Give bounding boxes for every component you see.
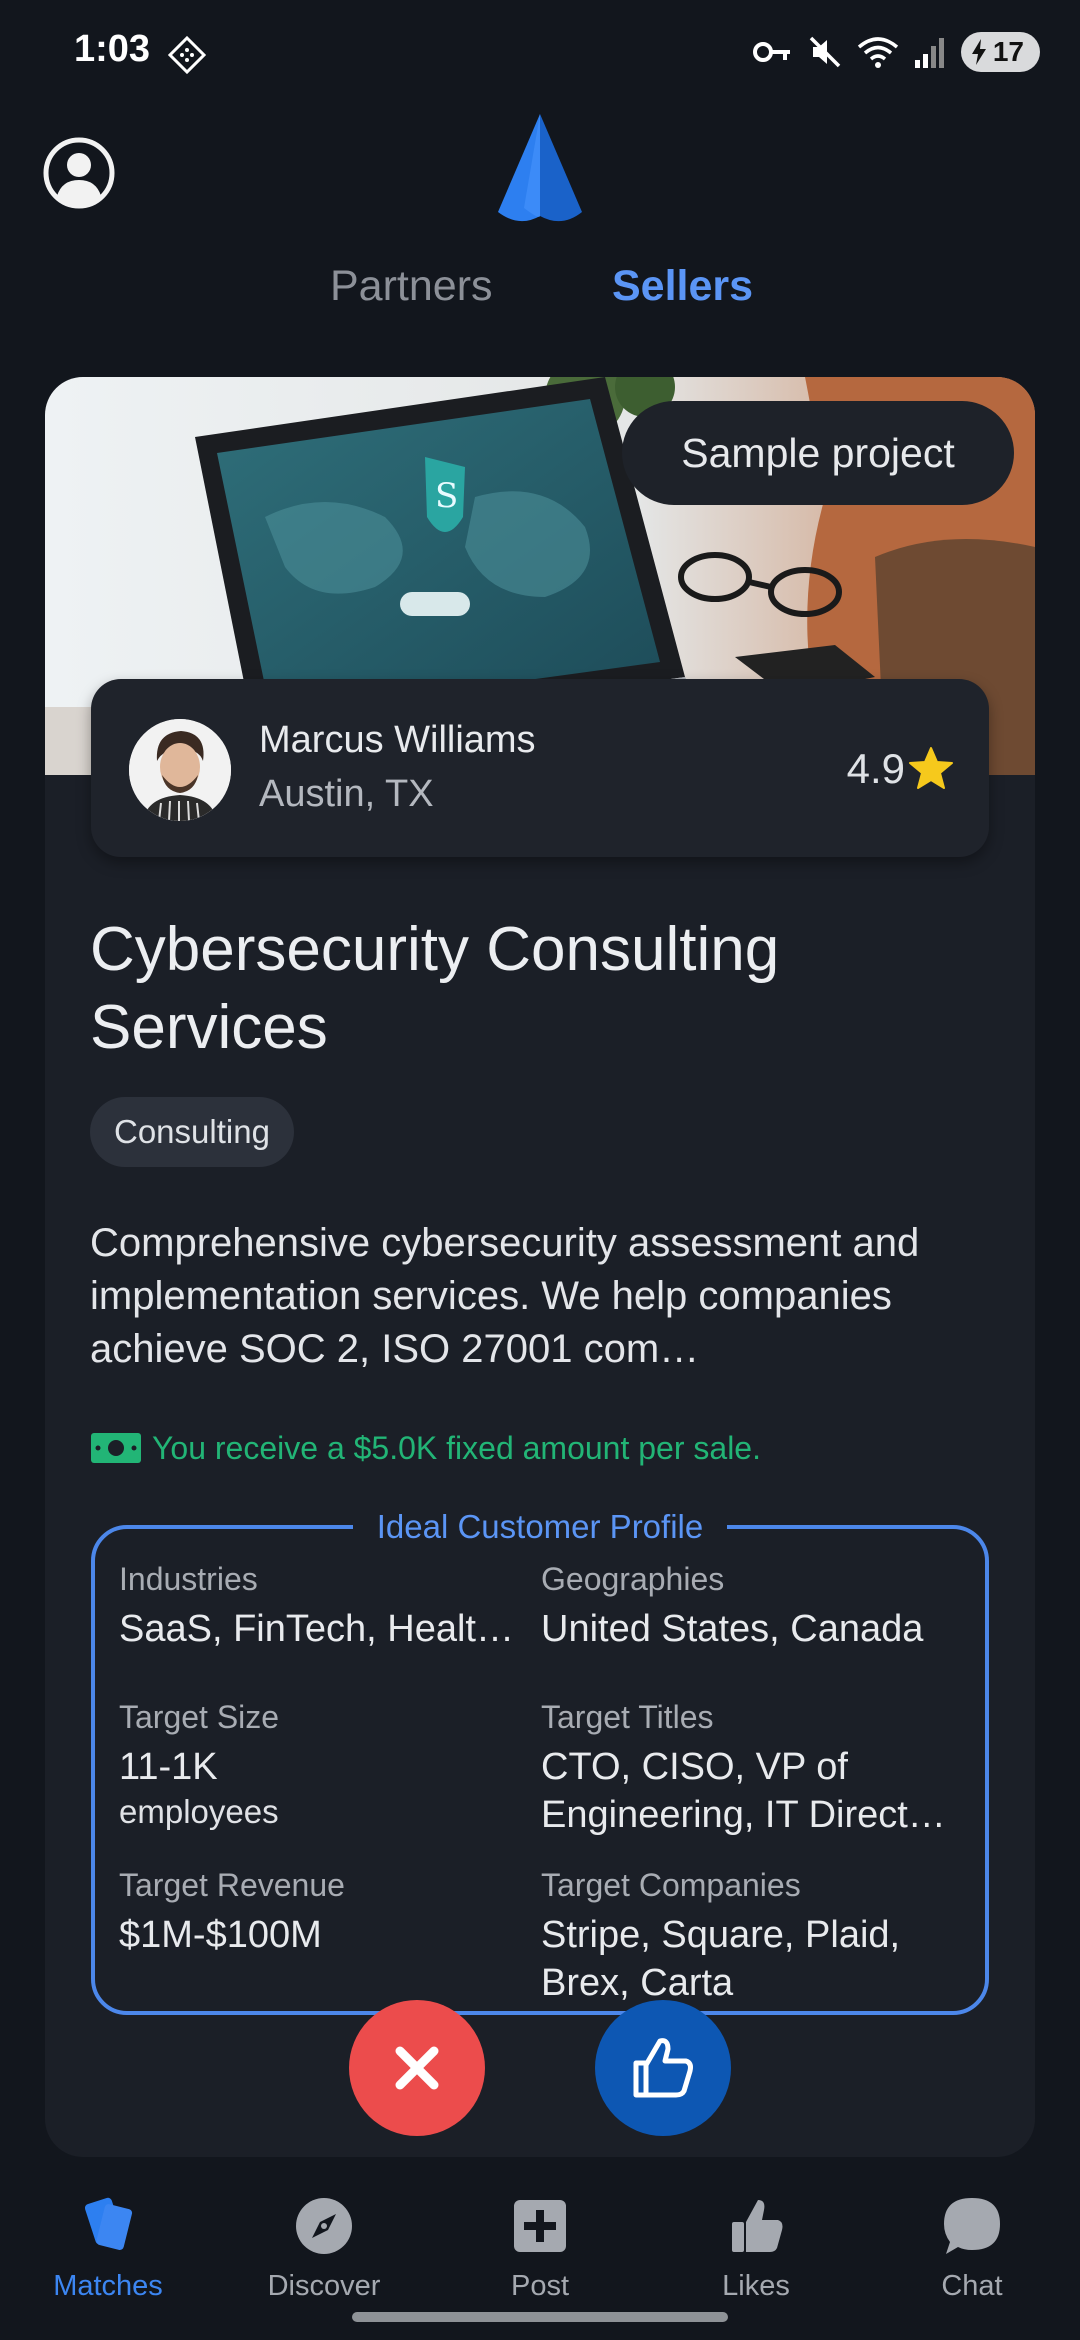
nav-likes[interactable]: Likes	[648, 2184, 864, 2314]
screen: 1:03 17 Partners Sellers S Sample projec…	[0, 0, 1080, 2340]
nav-label-matches: Matches	[53, 2270, 163, 2302]
battery-level: 17	[992, 36, 1024, 67]
like-button[interactable]	[595, 2000, 731, 2136]
project-title: Cybersecurity Consulting Services	[90, 915, 780, 1062]
plus-square-icon	[514, 2200, 566, 2252]
thumbs-up-icon	[633, 2038, 693, 2098]
nav-label-likes: Likes	[722, 2270, 790, 2302]
charging-bolt-icon	[971, 39, 986, 65]
geographies-label: Geographies	[541, 1561, 725, 1597]
thumbs-up-icon	[732, 2200, 783, 2252]
icp-target-size: Target Size 11-1K employees	[119, 1697, 529, 1833]
close-icon	[395, 2046, 439, 2090]
tab-sellers[interactable]: Sellers	[612, 262, 753, 311]
target-size-label: Target Size	[119, 1699, 280, 1735]
chat-bubble-icon	[944, 2198, 1000, 2254]
seller-location: Austin, TX	[259, 773, 434, 815]
reject-button[interactable]	[349, 2000, 485, 2136]
segment-tabs: Partners Sellers	[0, 262, 1080, 326]
home-indicator[interactable]	[352, 2312, 728, 2322]
seller-info[interactable]: Marcus Williams Austin, TX 4.9	[91, 679, 989, 857]
compass-icon	[296, 2198, 352, 2254]
signal-icon	[914, 38, 944, 68]
status-bar: 1:03 17	[0, 0, 1080, 100]
nav-chat[interactable]: Chat	[864, 2184, 1080, 2314]
target-titles-value: CTO, CISO, VP of Engineering, IT Direct…	[541, 1746, 946, 1836]
svg-text:S: S	[435, 476, 458, 516]
commission-info: You receive a $5.0K fixed amount per sal…	[90, 1423, 761, 1473]
target-revenue-value: $1M-$100M	[119, 1914, 322, 1956]
target-revenue-label: Target Revenue	[119, 1867, 345, 1903]
battery-indicator: 17	[960, 32, 1040, 72]
nav-matches[interactable]: Matches	[0, 2184, 216, 2314]
nav-label-discover: Discover	[267, 2270, 381, 2302]
ideal-customer-profile: Ideal Customer Profile Industries SaaS, …	[91, 1505, 989, 2015]
profile-icon[interactable]	[42, 136, 116, 210]
tab-partners[interactable]: Partners	[330, 262, 493, 311]
app-logo	[498, 114, 582, 222]
icp-geographies: Geographies United States, Canada	[541, 1559, 951, 1653]
icp-legend: Ideal Customer Profile	[352, 1505, 728, 1549]
industries-value: SaaS, FinTech, Health…	[119, 1608, 529, 1650]
project-description: Comprehensive cybersecurity assessment a…	[90, 1221, 920, 1371]
icp-target-titles: Target Titles CTO, CISO, VP of Engineeri…	[541, 1697, 951, 1839]
app-notification-icon	[168, 36, 206, 74]
target-size-value: 11-1K	[119, 1746, 218, 1788]
status-time: 1:03	[74, 28, 151, 70]
project-card[interactable]: S Sample project Marcus Williams Austin,…	[45, 377, 1035, 2157]
vpn-key-icon	[752, 42, 790, 62]
seller-name: Marcus Williams	[259, 719, 536, 761]
seller-rating: 4.9	[846, 745, 905, 792]
nav-label-chat: Chat	[941, 2270, 1003, 2302]
nav-post[interactable]: Post	[432, 2184, 648, 2314]
industries-label: Industries	[119, 1561, 258, 1597]
icp-target-revenue: Target Revenue $1M-$100M	[119, 1865, 529, 1959]
status-icons: 17	[752, 30, 1040, 74]
geographies-value: United States, Canada	[541, 1608, 924, 1650]
category-chip: Consulting	[90, 1097, 294, 1167]
mute-icon	[809, 36, 841, 68]
target-companies-label: Target Companies	[541, 1867, 801, 1903]
nav-discover[interactable]: Discover	[216, 2184, 432, 2314]
target-companies-value: Stripe, Square, Plaid, Brex, Carta	[541, 1914, 901, 2004]
star-icon	[909, 747, 953, 789]
target-size-unit: employees	[119, 1793, 279, 1830]
seller-avatar	[129, 719, 231, 821]
target-titles-label: Target Titles	[541, 1699, 714, 1735]
nav-label-post: Post	[510, 2270, 570, 2302]
cards-icon	[84, 2197, 133, 2250]
wifi-icon	[857, 37, 898, 68]
commission-text: You receive a $5.0K fixed amount per sal…	[152, 1429, 761, 1466]
sample-project-badge: Sample project	[622, 401, 1014, 505]
icp-industries: Industries SaaS, FinTech, Health…	[119, 1559, 529, 1653]
money-icon	[91, 1433, 141, 1463]
icp-target-companies: Target Companies Stripe, Square, Plaid, …	[541, 1865, 951, 2007]
